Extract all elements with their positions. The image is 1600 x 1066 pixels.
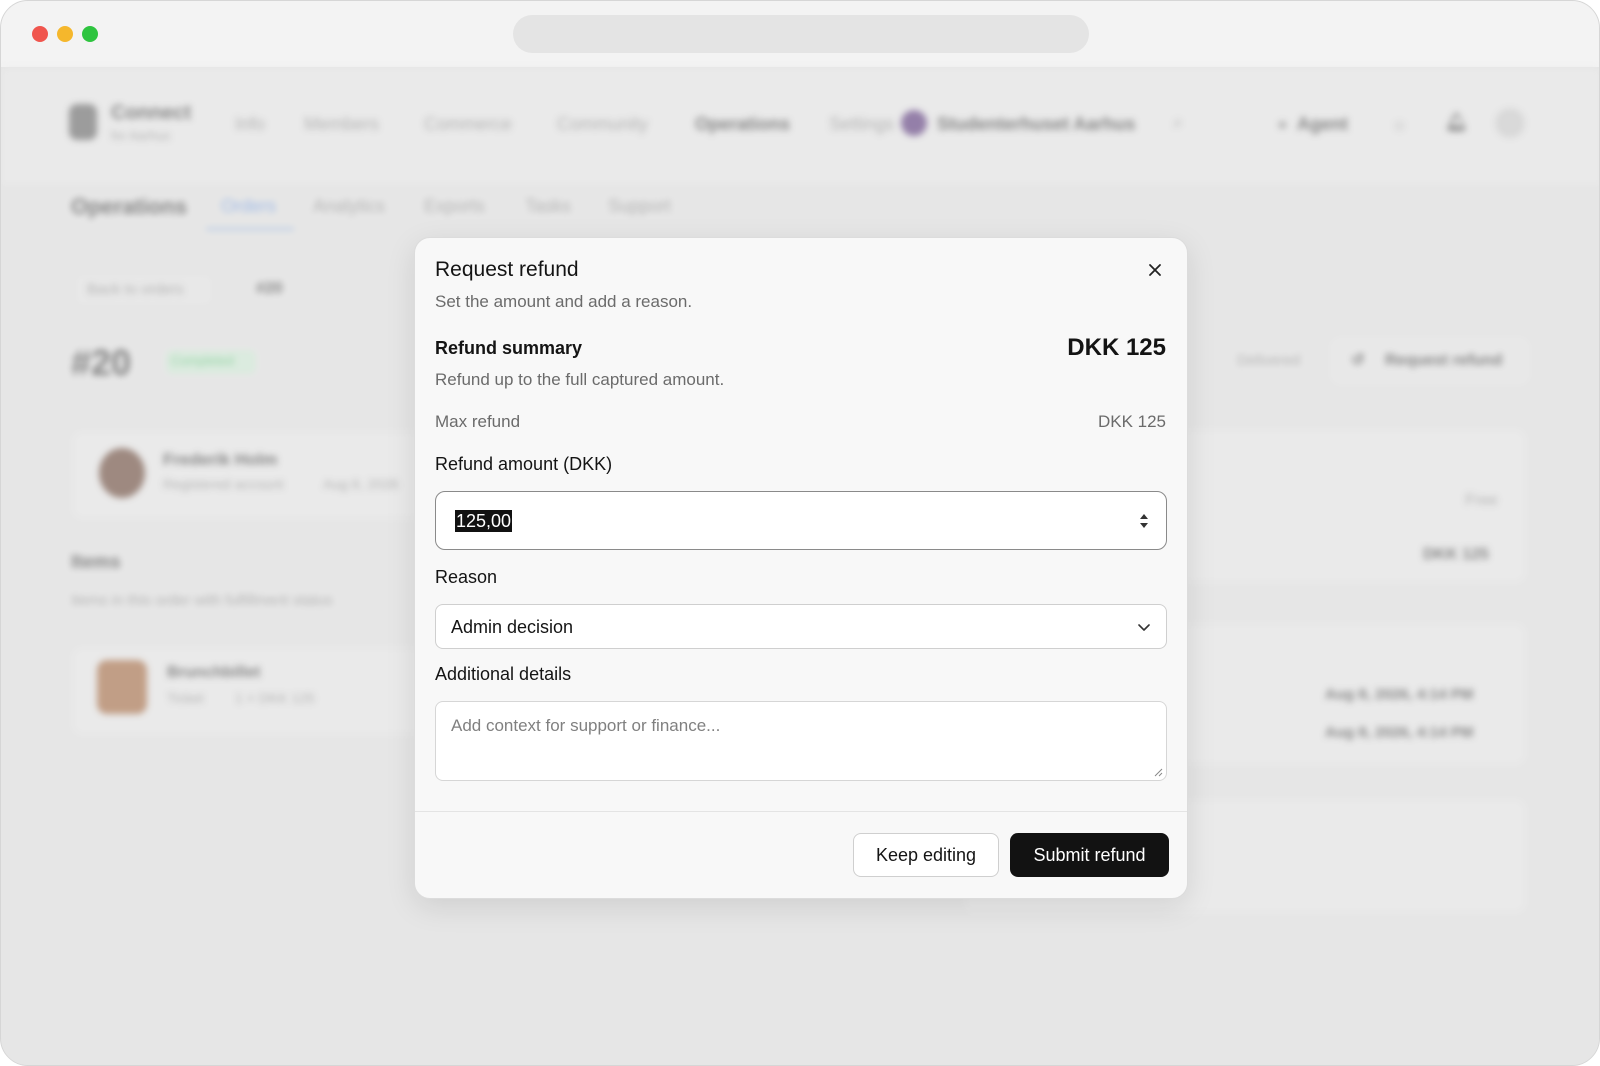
request-refund-dialog: Request refund Set the amount and add a … [414,237,1188,899]
number-stepper-icon[interactable] [1136,510,1152,532]
browser-window: Connect for Aarhus Info Members Commerce… [0,0,1600,1066]
refund-amount-label: Refund amount (DKK) [435,454,613,474]
chevron-down-icon[interactable] [1136,619,1152,635]
reason-label: Reason [435,567,498,587]
refund-summary-subtitle: Refund up to the full captured amount. [435,370,725,389]
additional-details-label: Additional details [435,664,572,684]
additional-details-textarea[interactable]: Add context for support or finance... [435,701,1167,781]
footer-divider [415,811,1187,812]
close-dialog-button[interactable] [1141,256,1169,284]
close-icon [1149,264,1161,276]
submit-refund-button[interactable]: Submit refund [1010,833,1169,877]
keep-editing-button[interactable]: Keep editing [853,833,999,877]
dialog-subtitle: Set the amount and add a reason. [435,292,693,311]
title-bar [1,1,1599,68]
refund-amount-input[interactable]: 125,00 [435,491,1167,550]
address-bar[interactable] [513,15,1089,53]
refund-amount-value[interactable]: 125,00 [455,510,513,532]
close-window-icon[interactable] [32,26,48,42]
additional-details-placeholder[interactable]: Add context for support or finance... [451,716,720,736]
minimize-window-icon[interactable] [57,26,73,42]
refund-summary-title: Refund summary [435,338,583,358]
refund-summary-amount: DKK 125 [1067,334,1166,361]
dialog-title: Request refund [435,258,579,281]
max-refund-value: DKK 125 [1097,412,1166,431]
reason-selected-value[interactable]: Admin decision [451,617,573,638]
resize-handle-icon[interactable] [1153,767,1163,777]
reason-select[interactable]: Admin decision [435,604,1167,649]
maximize-window-icon[interactable] [82,26,98,42]
max-refund-label: Max refund [435,412,521,431]
